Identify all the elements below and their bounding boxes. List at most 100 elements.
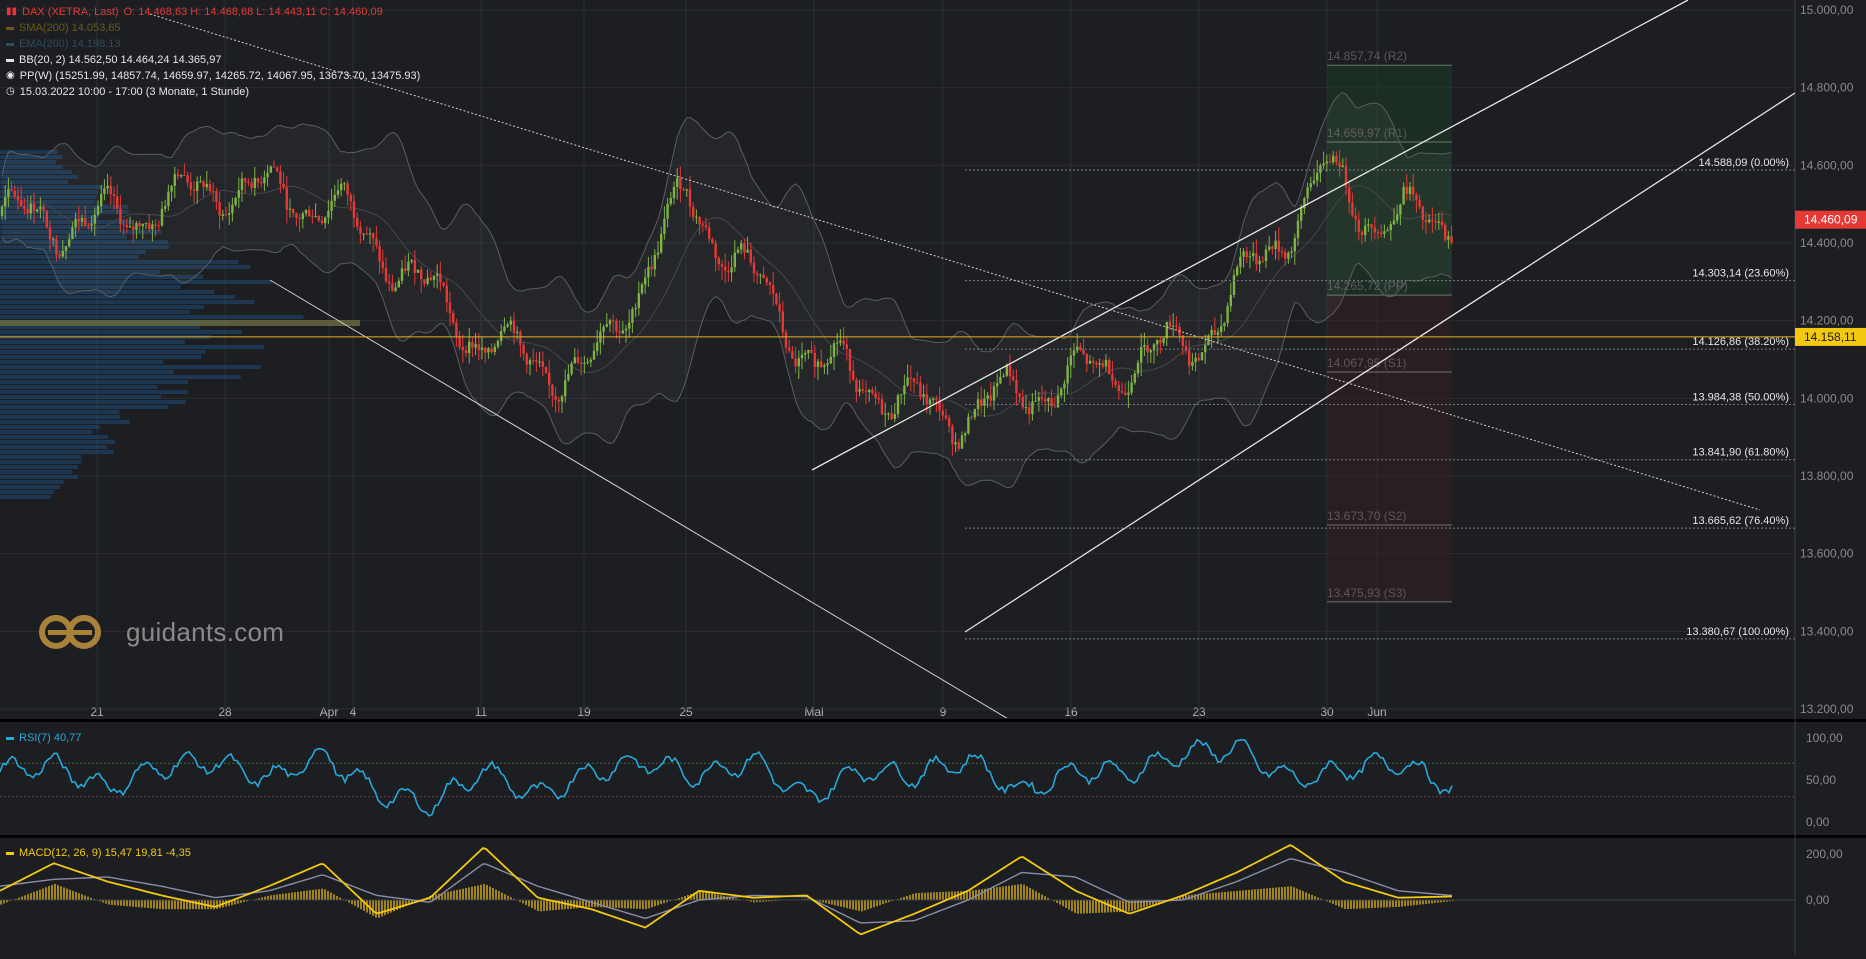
- candle-body: [1098, 363, 1100, 365]
- x-tick-label: 21: [90, 705, 104, 719]
- macd-histogram-bar: [66, 889, 68, 900]
- chart-canvas[interactable]: 2128Apr4111925Mai9162330Jun 14.857,74 (R…: [0, 0, 1866, 954]
- macd-histogram-bar: [1215, 893, 1217, 900]
- candle-body: [1287, 253, 1289, 259]
- macd-histogram-bar: [216, 900, 218, 909]
- pp-row[interactable]: ◉ PP(W) (15251.99, 14857.74, 14659.97, 1…: [6, 68, 420, 84]
- candle-body: [887, 413, 889, 414]
- profile-bar: [0, 445, 107, 449]
- candle-body: [1246, 251, 1248, 257]
- candle-body: [407, 262, 409, 271]
- macd-histogram-bar: [1419, 900, 1421, 905]
- candle-body: [618, 332, 620, 334]
- instrument-row[interactable]: ▮▮ DAX (XETRA, Last) O: 14.468,63 H: 14.…: [6, 4, 420, 20]
- candle-body: [785, 332, 787, 347]
- macd-histogram-bar: [501, 893, 503, 900]
- candle-body: [1015, 380, 1017, 393]
- candle-body: [1159, 340, 1161, 343]
- macd-histogram-bar: [1083, 900, 1085, 913]
- macd-histogram-bar: [1233, 891, 1235, 900]
- x-tick-label: 4: [350, 705, 357, 719]
- candle-body: [884, 414, 886, 415]
- candle-body: [423, 279, 425, 283]
- macd-histogram-bar: [1416, 900, 1418, 905]
- macd-histogram-bar: [1356, 900, 1358, 909]
- macd-histogram-bar: [51, 885, 53, 900]
- macd-histogram-bar: [924, 893, 926, 900]
- candle-body: [622, 330, 624, 333]
- macd-histogram-bar: [483, 884, 485, 900]
- sma-row[interactable]: SMA(200) 14.053,65: [6, 20, 420, 36]
- candle-body: [295, 213, 297, 218]
- bb-row[interactable]: BB(20, 2) 14.562,50 14.464,24 14.365,97: [6, 52, 420, 68]
- profile-bar: [0, 385, 157, 389]
- rsi-tick-label: 0,00: [1806, 815, 1830, 829]
- chart-window: 2128Apr4111925Mai9162330Jun 14.857,74 (R…: [0, 0, 1866, 954]
- rsi-row[interactable]: RSI(7) 40,77: [6, 730, 81, 746]
- candle-body: [1028, 407, 1030, 414]
- candle-body: [1143, 345, 1145, 347]
- macd-histogram-bar: [72, 891, 74, 900]
- candle-body: [218, 202, 220, 216]
- candle-body: [199, 181, 201, 182]
- macd-histogram-bar: [843, 900, 845, 907]
- candle-body: [1038, 397, 1040, 400]
- macd-histogram-bar: [927, 893, 929, 900]
- macd-histogram-bar: [492, 888, 494, 900]
- candle-body: [734, 253, 736, 268]
- candle-body: [1364, 226, 1366, 235]
- macd-histogram-bar: [39, 890, 41, 900]
- candle-body: [1402, 187, 1404, 205]
- macd-histogram-bar: [660, 900, 662, 904]
- macd-histogram-bar: [1299, 890, 1301, 900]
- macd-histogram-bar: [351, 900, 353, 904]
- candle-body: [55, 239, 57, 254]
- candle-body: [606, 324, 608, 326]
- range-row[interactable]: ◷ 15.03.2022 10:00 - 17:00 (3 Monate, 1 …: [6, 84, 420, 100]
- macd-histogram-bar: [174, 900, 176, 909]
- candle-body: [350, 195, 352, 201]
- pivot-label: 13.673,70 (S2): [1327, 509, 1406, 523]
- candle-body: [794, 359, 796, 367]
- loss-zone: [1327, 295, 1452, 602]
- macd-histogram-bar: [1044, 896, 1046, 900]
- candle-body: [839, 341, 841, 343]
- candle-body: [305, 210, 307, 214]
- candle-body: [609, 320, 611, 324]
- candle-body: [1342, 166, 1344, 168]
- macd-histogram-bar: [840, 900, 842, 907]
- candle-body: [506, 325, 508, 327]
- candle-body: [746, 250, 748, 253]
- candle-body: [567, 374, 569, 380]
- macd-histogram-bar: [1362, 900, 1364, 908]
- macd-histogram-bar: [1254, 889, 1256, 900]
- macd-tick-label: 200,00: [1806, 847, 1843, 861]
- macd-histogram-bar: [354, 900, 356, 906]
- fib-label: 14.303,14 (23.60%): [1692, 268, 1789, 280]
- candle-body: [935, 399, 937, 400]
- candle-body: [148, 223, 150, 229]
- candle-body: [858, 389, 860, 391]
- candle-body: [174, 174, 176, 186]
- candle-body: [1236, 267, 1238, 275]
- candle-body: [385, 268, 387, 281]
- candle-body: [590, 360, 592, 362]
- candle-body: [1198, 358, 1200, 361]
- candle-body: [695, 217, 697, 218]
- candle-body: [1438, 221, 1440, 222]
- candle-body: [1111, 374, 1113, 381]
- candle-body: [1399, 204, 1401, 214]
- macd-row[interactable]: MACD(12, 26, 9) 15,47 19,81 -4,35: [6, 845, 191, 861]
- macd-histogram-bar: [1359, 900, 1361, 909]
- ema-row[interactable]: EMA(200) 14.198,13: [6, 36, 420, 52]
- candle-body: [186, 175, 188, 182]
- candle-body: [615, 321, 617, 332]
- candle-body: [458, 336, 460, 347]
- macd-histogram-bar: [498, 891, 500, 900]
- candle-body: [225, 214, 227, 215]
- candle-body: [721, 264, 723, 266]
- macd-histogram-bar: [1428, 900, 1430, 904]
- macd-legend: MACD(12, 26, 9) 15,47 19,81 -4,35: [6, 845, 191, 861]
- candle-body: [894, 414, 896, 419]
- candle-body: [394, 287, 396, 290]
